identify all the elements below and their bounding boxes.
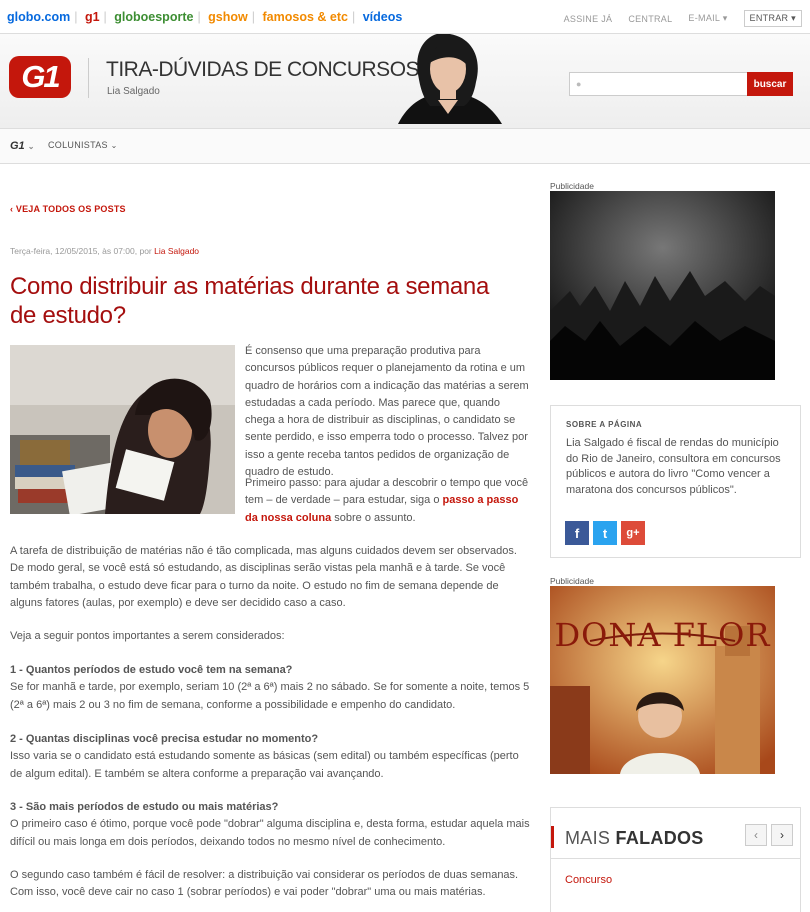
blog-title[interactable]: TIRA-DÚVIDAS DE CONCURSOS xyxy=(106,58,420,82)
link-videos[interactable]: vídeos xyxy=(363,10,403,24)
google-plus-icon[interactable]: g+ xyxy=(621,521,645,545)
account-links: ASSINE JÁ CENTRAL E-MAIL ▾ ENTRAR ▾ xyxy=(564,10,802,27)
post-meta: Terça-feira, 12/05/2015, às 07:00, por L… xyxy=(10,246,199,256)
falados-label: FALADOS xyxy=(615,828,704,848)
post-date: Terça-feira, 12/05/2015, às 07:00, por xyxy=(10,246,155,256)
blog-header: G1 TIRA-DÚVIDAS DE CONCURSOS Lia Salgado… xyxy=(0,34,810,128)
ad-label: Publicidade xyxy=(550,181,594,191)
about-title: SOBRE A PÁGINA xyxy=(566,420,643,429)
paragraph-3: A tarefa de distribuição de matérias não… xyxy=(10,545,517,609)
nav-g1-label: G1 xyxy=(10,140,25,152)
nav-colunistas-menu[interactable]: COLUNISTAS ⌄ xyxy=(48,140,118,150)
link-globo[interactable]: globo.com xyxy=(7,10,70,24)
point-3-text: O primeiro caso é ótimo, porque você pod… xyxy=(10,818,530,848)
social-share: f t g+ xyxy=(565,521,645,545)
divider xyxy=(551,858,800,859)
chevron-down-icon: ▾ xyxy=(722,13,728,23)
twitter-icon[interactable]: t xyxy=(593,521,617,545)
nav-colunistas-label: COLUNISTAS xyxy=(48,140,108,150)
dona-flor-art xyxy=(550,586,775,774)
login-button[interactable]: ENTRAR ▾ xyxy=(743,10,802,27)
point-1: 1 - Quantos períodos de estudo você tem … xyxy=(10,662,530,714)
search-input[interactable] xyxy=(590,75,740,93)
point-2-heading: 2 - Quantas disciplinas você precisa est… xyxy=(10,733,319,745)
assine-link[interactable]: ASSINE JÁ xyxy=(564,14,613,24)
paragraph-8: O segundo caso também é fácil de resolve… xyxy=(10,869,519,899)
article-image xyxy=(10,345,235,514)
mais-label: MAIS xyxy=(565,828,616,848)
mais-falados-item[interactable]: Concurso xyxy=(565,874,612,886)
central-link[interactable]: CENTRAL xyxy=(628,14,672,24)
chevron-down-icon: ⌄ xyxy=(27,142,35,151)
advertisement-concert[interactable] xyxy=(550,191,775,380)
chevron-down-icon: ⌄ xyxy=(110,141,118,150)
email-link[interactable]: E-MAIL ▾ xyxy=(688,13,727,24)
nav-g1-menu[interactable]: G1 ⌄ xyxy=(10,140,34,152)
global-links: globo.com | g1 | globoesporte | gshow | famo… xyxy=(7,10,403,24)
blog-author: Lia Salgado xyxy=(107,86,160,97)
facebook-icon[interactable]: f xyxy=(565,521,589,545)
ad-label-2: Publicidade xyxy=(550,576,594,586)
search-box: ● buscar xyxy=(569,72,793,96)
post-author-link[interactable]: Lia Salgado xyxy=(154,246,199,256)
search-button[interactable]: buscar xyxy=(747,72,793,96)
g1-logo[interactable]: G1 xyxy=(9,56,71,98)
link-famosos[interactable]: famosos & etc xyxy=(263,10,348,24)
article-title: Como distribuir as matérias durante a se… xyxy=(10,273,490,329)
ad-headline: DONA FLOR xyxy=(554,616,771,654)
paragraph-2: Primeiro passo: para ajudar a descobrir … xyxy=(245,475,530,527)
header-divider xyxy=(88,58,89,98)
paragraph-2-tail: sobre o assunto. xyxy=(331,511,416,524)
about-text: Lia Salgado é fiscal de rendas do municí… xyxy=(566,437,781,496)
email-label: E-MAIL xyxy=(688,13,720,23)
link-globoesporte[interactable]: globoesporte xyxy=(114,10,193,24)
next-arrow-icon[interactable]: › xyxy=(771,824,793,846)
point-2: 2 - Quantas disciplinas você precisa est… xyxy=(10,731,530,783)
global-bar: globo.com | g1 | globoesporte | gshow | famo… xyxy=(0,0,810,34)
chevron-down-icon: ▾ xyxy=(791,13,796,23)
point-1-text: Se for manhã e tarde, por exemplo, seria… xyxy=(10,681,530,711)
point-3: 3 - São mais períodos de estudo ou mais … xyxy=(10,799,530,851)
advertisement-dona-flor[interactable]: DONA FLOR xyxy=(550,586,775,774)
prev-arrow-icon[interactable]: ‹ xyxy=(745,824,767,846)
point-1-heading: 1 - Quantos períodos de estudo você tem … xyxy=(10,664,293,676)
mais-falados-title: MAIS FALADOS xyxy=(565,828,704,849)
link-g1[interactable]: g1 xyxy=(85,10,100,24)
author-photo xyxy=(398,34,502,124)
back-link[interactable]: ‹ VEJA TODOS OS POSTS xyxy=(10,204,126,214)
point-3-heading: 3 - São mais períodos de estudo ou mais … xyxy=(10,801,279,813)
search-icon: ● xyxy=(576,79,582,89)
login-label: ENTRAR xyxy=(749,13,789,23)
paragraph-1: É consenso que uma preparação produtiva … xyxy=(245,345,529,479)
paragraph-4: Veja a seguir pontos importantes a serem… xyxy=(10,630,285,642)
point-2-text: Isso varia se o candidato está estudando… xyxy=(10,750,519,780)
link-gshow[interactable]: gshow xyxy=(208,10,248,24)
back-label: VEJA TODOS OS POSTS xyxy=(15,204,126,214)
nav-bar: G1 ⌄ COLUNISTAS ⌄ xyxy=(0,128,810,164)
section-accent xyxy=(551,826,554,848)
mais-falados-box: MAIS FALADOS ‹ › Concurso xyxy=(550,807,801,912)
